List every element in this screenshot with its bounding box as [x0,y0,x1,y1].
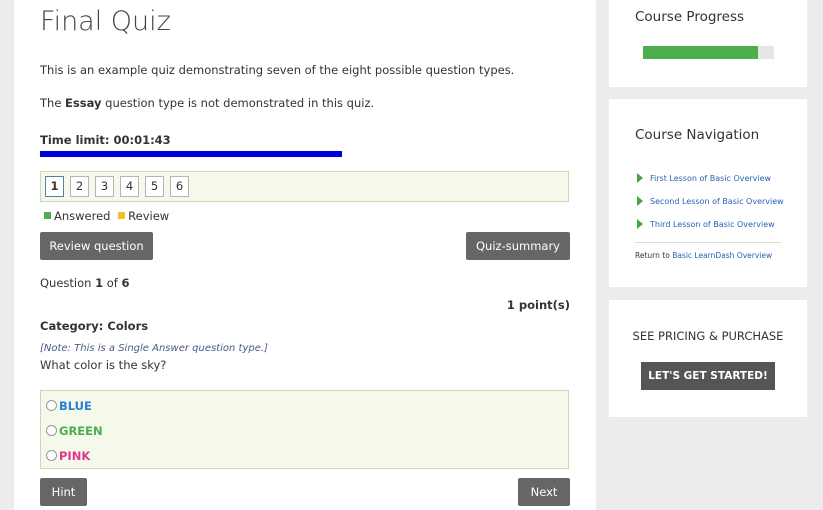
answered-swatch-icon [44,212,51,219]
course-progress-fill [643,46,759,59]
question-number-button[interactable]: 3 [95,176,114,197]
answer-option[interactable]: PINK [46,449,90,463]
answer-option[interactable]: GREEN [46,424,103,438]
quiz-content: Final Quiz This is an example quiz demon… [14,0,596,510]
question-type-note: [Note: This is a Single Answer question … [40,343,268,354]
answer-option[interactable]: BLUE [46,399,92,413]
page-title: Final Quiz [40,6,171,37]
next-button[interactable]: Next [518,478,570,506]
course-progress-panel: Course Progress [609,0,807,87]
legend-review: Review [128,209,170,223]
review-question-button[interactable]: Review question [40,232,153,260]
question-number-button[interactable]: 5 [145,176,164,197]
hint-button[interactable]: Hint [40,478,87,506]
quiz-intro: This is an example quiz demonstrating se… [40,63,515,77]
course-progress-title: Course Progress [635,9,745,25]
time-limit-label: Time limit: 00:01:43 [40,133,171,147]
quiz-summary-button[interactable]: Quiz-summary [466,232,570,260]
answer-label: GREEN [59,424,103,438]
time-limit-bar [40,151,342,157]
question-number-button[interactable]: 4 [120,176,139,197]
radio-icon[interactable] [46,450,57,461]
radio-icon[interactable] [46,425,57,436]
question-text: What color is the sky? [40,358,167,372]
essay-note: The Essay question type is not demonstra… [40,96,375,110]
play-triangle-icon [637,173,643,183]
answer-label: BLUE [59,399,92,413]
question-legend: Answered Review [44,209,169,223]
course-progress-bar [643,46,774,59]
play-triangle-icon [637,196,643,206]
get-started-button[interactable]: LET'S GET STARTED! [641,362,775,390]
question-counter: Question 1 of 6 [40,276,130,290]
answer-label: PINK [59,449,91,463]
pricing-label: SEE PRICING & PURCHASE [632,329,784,343]
pricing-panel: SEE PRICING & PURCHASE LET'S GET STARTED… [609,300,807,417]
return-course-link[interactable]: Basic LearnDash Overview [672,251,772,260]
question-number-button[interactable]: 6 [170,176,189,197]
lesson-link[interactable]: First Lesson of Basic Overview [637,173,771,183]
lesson-link[interactable]: Second Lesson of Basic Overview [637,196,784,206]
course-navigation-title: Course Navigation [635,127,760,143]
play-triangle-icon [637,219,643,229]
answer-list: BLUE GREEN PINK [40,390,569,469]
return-line: Return to Basic LearnDash Overview [635,251,773,260]
radio-icon[interactable] [46,400,57,411]
question-navigation: 123456 [40,171,569,202]
question-number-button[interactable]: 2 [70,176,89,197]
question-number-button[interactable]: 1 [45,176,64,197]
lesson-link[interactable]: Third Lesson of Basic Overview [637,219,775,229]
course-navigation-panel: Course Navigation First Lesson of Basic … [609,99,807,287]
question-category: Category: Colors [40,319,149,333]
review-swatch-icon [118,212,126,219]
legend-answered: Answered [54,209,111,223]
divider [635,242,781,243]
question-points: 1 point(s) [506,298,570,312]
